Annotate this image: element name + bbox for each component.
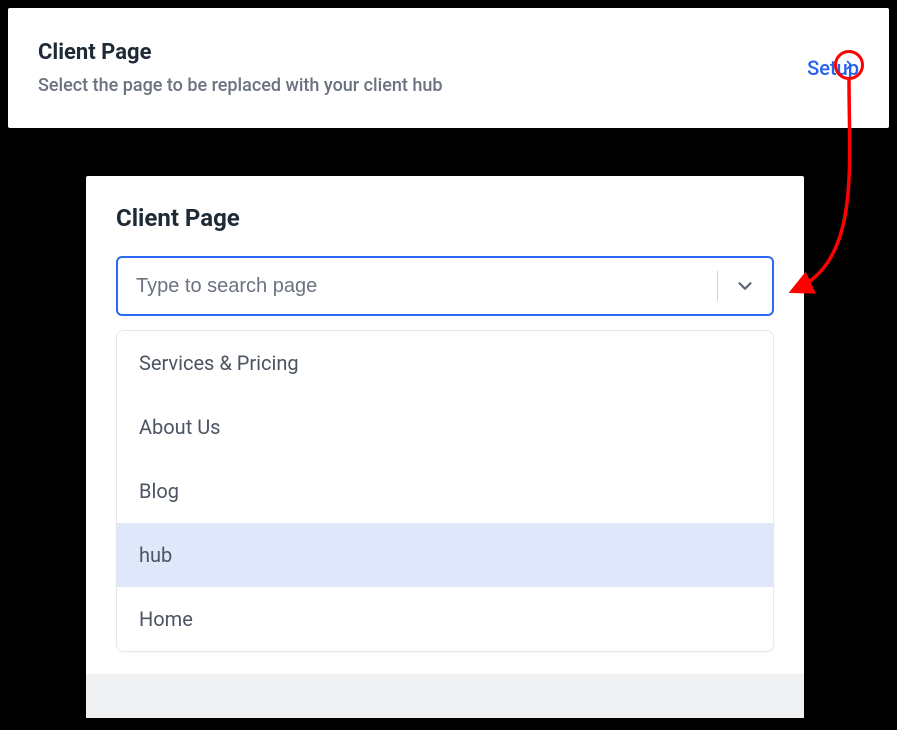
dropdown-toggle[interactable] [718,258,772,314]
setup-callout-circle [834,50,864,80]
chevron-right-icon [843,59,855,71]
client-page-panel: Client Page Services & Pricing About Us … [86,176,804,674]
chevron-down-icon [734,275,756,297]
option-blog[interactable]: Blog [117,459,773,523]
client-page-header: Client Page Select the page to be replac… [8,8,889,128]
page-search-input[interactable] [118,258,717,314]
header-text-col: Client Page Select the page to be replac… [38,40,442,96]
panel-title: Client Page [116,204,774,232]
option-about-us[interactable]: About Us [117,395,773,459]
option-home[interactable]: Home [117,587,773,651]
page-options-list: Services & Pricing About Us Blog hub Hom… [116,330,774,652]
page-search-combobox[interactable] [116,256,774,316]
option-services-pricing[interactable]: Services & Pricing [117,331,773,395]
header-title: Client Page [38,40,442,65]
header-subtitle: Select the page to be replaced with your… [38,75,442,96]
option-hub[interactable]: hub [117,523,773,587]
